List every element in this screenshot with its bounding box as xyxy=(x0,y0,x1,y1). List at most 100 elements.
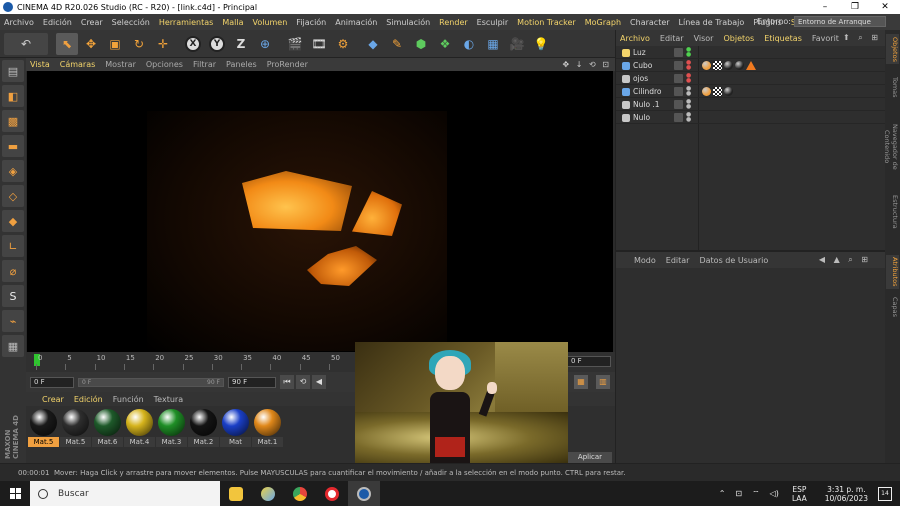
material-swatch[interactable]: Mat xyxy=(220,409,251,447)
recent-tool-icon[interactable]: ✛ xyxy=(152,33,174,55)
visibility-dots-icon[interactable]: ● ● xyxy=(686,47,691,58)
z-axis-lock-icon[interactable]: Z xyxy=(230,33,252,55)
magnet-icon[interactable]: ⌁ xyxy=(2,310,24,332)
snap-icon[interactable]: S xyxy=(2,285,24,307)
object-name-ojos[interactable]: ojos xyxy=(622,74,682,83)
material-tag-icon[interactable] xyxy=(724,86,733,96)
menu-seleccion[interactable]: Selección xyxy=(112,18,150,27)
photos-app-icon[interactable] xyxy=(252,481,284,506)
render-picture-viewer-icon[interactable]: 🎞 xyxy=(308,33,330,55)
menu-crear[interactable]: Crear xyxy=(81,18,103,27)
viewport-menu-opciones[interactable]: Opciones xyxy=(146,60,183,69)
viewport-nav-icons[interactable]: ✥ ↓ ⟲ ⊡ xyxy=(563,60,611,69)
viewport-menu-mostrar[interactable]: Mostrar xyxy=(105,60,136,69)
object-row[interactable]: Luz ● ● xyxy=(616,46,885,59)
phong-tag-icon[interactable] xyxy=(746,60,756,70)
points-mode-icon[interactable]: ◈ xyxy=(2,160,24,182)
side-tab-estructura[interactable]: Estructura xyxy=(886,190,899,234)
material-swatch[interactable]: Mat.3 xyxy=(156,409,187,447)
menu-edicion[interactable]: Edición xyxy=(43,18,72,27)
material-tag-icon[interactable] xyxy=(702,86,711,96)
viewport-menu-vista[interactable]: Vista xyxy=(30,60,50,69)
visibility-dots-icon[interactable]: ● ● xyxy=(686,99,691,110)
attribute-menu-datos-de-usuario[interactable]: Datos de Usuario xyxy=(699,256,768,265)
layer-toggle-icon[interactable] xyxy=(674,86,683,96)
windows-start-icon[interactable] xyxy=(0,481,30,506)
material-swatch[interactable]: Mat.2 xyxy=(188,409,219,447)
object-menu-etiquetas[interactable]: Etiquetas xyxy=(764,34,802,43)
texture-tag-icon[interactable] xyxy=(713,60,722,70)
object-name-luz[interactable]: Luz xyxy=(622,48,682,57)
language-indicator[interactable]: ESP LAA xyxy=(792,485,807,503)
current-frame-field[interactable]: 0 F xyxy=(567,356,611,367)
coordinate-system-icon[interactable]: ⊕ xyxy=(254,33,276,55)
side-tab-tomas[interactable]: Tomas xyxy=(886,70,899,104)
notifications-icon[interactable]: 14 xyxy=(878,486,892,501)
object-row[interactable]: Nulo .1 ● ● xyxy=(616,98,885,111)
x-axis-lock-icon[interactable]: X xyxy=(182,33,204,55)
material-tag-icon[interactable] xyxy=(702,60,711,70)
menu-volumen[interactable]: Volumen xyxy=(252,18,287,27)
object-name-nulo-1[interactable]: Nulo .1 xyxy=(622,100,682,109)
preview-range-slider[interactable]: 0 F 90 F xyxy=(78,377,224,387)
material-swatch[interactable]: Mat.5 xyxy=(60,409,91,447)
material-swatch[interactable]: Mat.1 xyxy=(252,409,283,447)
object-row[interactable]: Cubo ● ● xyxy=(616,59,885,72)
side-tab-atributos[interactable]: Atributos xyxy=(886,255,899,289)
timeline-icon[interactable]: ▦ xyxy=(574,375,588,389)
visibility-dots-icon[interactable]: ● ● xyxy=(686,112,691,123)
menu-malla[interactable]: Malla xyxy=(222,18,243,27)
viewport-menu-camaras[interactable]: Cámaras xyxy=(60,60,96,69)
object-manager-nav-icons[interactable]: ⬆ ⌕ ⊞ xyxy=(843,33,881,43)
render-settings-icon[interactable]: ⚙ xyxy=(332,33,354,55)
camera-tray-icon[interactable]: ⊡ xyxy=(735,489,742,498)
material-swatch[interactable]: Mat.4 xyxy=(124,409,155,447)
minimize-button[interactable]: – xyxy=(810,0,840,14)
menu-motion-tracker[interactable]: Motion Tracker xyxy=(517,18,576,27)
chrome-icon[interactable] xyxy=(284,481,316,506)
material-tag-icon[interactable] xyxy=(735,60,744,70)
object-menu-archivo[interactable]: Archivo xyxy=(620,34,650,43)
render-view-icon[interactable]: 🎬 xyxy=(284,33,306,55)
object-menu-visor[interactable]: Visor xyxy=(694,34,714,43)
texture-tag-icon[interactable] xyxy=(713,86,722,96)
menu-fijacion[interactable]: Fijación xyxy=(296,18,326,27)
object-name-cilindro[interactable]: Cilindro xyxy=(622,87,682,96)
floor-environment-icon[interactable]: ▦ xyxy=(482,33,504,55)
cube-primitive-icon[interactable]: ◆ xyxy=(362,33,384,55)
taskbar-clock[interactable]: 3:31 p. m. 10/06/2023 xyxy=(825,485,868,503)
close-button[interactable]: ✕ xyxy=(870,0,900,14)
model-mode-icon[interactable]: ◧ xyxy=(2,85,24,107)
file-explorer-icon[interactable] xyxy=(220,481,252,506)
start-frame-field[interactable]: 0 F xyxy=(30,376,74,388)
camera-icon[interactable]: 🎥 xyxy=(506,33,528,55)
material-swatch[interactable]: Mat.5 xyxy=(28,409,59,447)
side-tab-objetos[interactable]: Objetos xyxy=(886,34,899,64)
edges-mode-icon[interactable]: ◇ xyxy=(2,185,24,207)
light-icon[interactable]: 💡 xyxy=(530,33,552,55)
object-menu-objetos[interactable]: Objetos xyxy=(723,34,754,43)
visibility-dots-icon[interactable]: ● ● xyxy=(686,86,691,97)
deformer-icon[interactable]: ◐ xyxy=(458,33,480,55)
layer-toggle-icon[interactable] xyxy=(674,99,683,109)
viewport-menu-filtrar[interactable]: Filtrar xyxy=(193,60,216,69)
menu-character[interactable]: Character xyxy=(630,18,670,27)
side-tab-navegador-de-contenido[interactable]: Navegador de Contenido xyxy=(883,110,899,184)
object-name-cubo[interactable]: Cubo xyxy=(622,61,682,70)
visibility-dots-icon[interactable]: ● ● xyxy=(686,73,691,84)
scale-tool-icon[interactable]: ▣ xyxy=(104,33,126,55)
material-menu-textura[interactable]: Textura xyxy=(154,395,183,404)
menu-mograph[interactable]: MoGraph xyxy=(585,18,621,27)
object-row[interactable]: ojos ● ● xyxy=(616,72,885,85)
layer-toggle-icon[interactable] xyxy=(674,60,683,70)
workplane-icon[interactable]: ▬ xyxy=(2,135,24,157)
menu-render[interactable]: Render xyxy=(439,18,467,27)
side-tab-capas[interactable]: Capas xyxy=(886,292,899,322)
show-hidden-icons-icon[interactable]: ⌃ xyxy=(719,489,726,498)
object-row[interactable]: Cilindro ● ● xyxy=(616,85,885,98)
menu-linea-de-trabajo[interactable]: Línea de Trabajo xyxy=(679,18,745,27)
attribute-menu-editar[interactable]: Editar xyxy=(666,256,690,265)
menu-esculpir[interactable]: Esculpir xyxy=(477,18,509,27)
menu-herramientas[interactable]: Herramientas xyxy=(159,18,214,27)
tweak-mode-icon[interactable]: ⌀ xyxy=(2,260,24,282)
